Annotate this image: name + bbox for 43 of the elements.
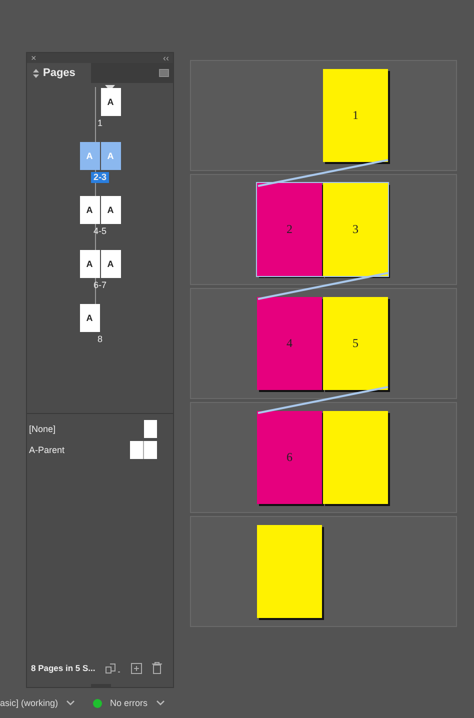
parent-spread-thumbnail[interactable] bbox=[130, 441, 157, 459]
preflight-status[interactable]: No errors bbox=[110, 698, 148, 708]
page-number: 3 bbox=[352, 222, 358, 237]
chevron-down-icon[interactable] bbox=[156, 700, 165, 706]
spread-thumbnail[interactable]: A 1 bbox=[80, 88, 120, 129]
page-number: 1 bbox=[352, 108, 358, 123]
parent-page-name[interactable]: A-Parent bbox=[29, 445, 65, 455]
spread-label: 6-7 bbox=[92, 280, 108, 291]
spread-label: 4-5 bbox=[92, 226, 108, 237]
spread-thumbnail[interactable]: A 8 bbox=[80, 304, 120, 345]
page-number: 5 bbox=[352, 336, 358, 351]
document-page[interactable]: 3 bbox=[323, 183, 388, 276]
collapse-button[interactable]: ‹‹ bbox=[163, 53, 169, 63]
close-button[interactable]: × bbox=[31, 53, 36, 63]
document-page[interactable]: 6 bbox=[257, 411, 322, 504]
spread-thumbnail[interactable]: A A 4-5 bbox=[80, 196, 120, 237]
spread-thumbnail[interactable]: A A 6-7 bbox=[80, 250, 120, 291]
page-count: 8 Pages in 5 S... bbox=[31, 663, 96, 673]
page-number: 6 bbox=[286, 450, 292, 465]
spread-label: 1 bbox=[96, 118, 104, 129]
document-page[interactable]: 4 bbox=[257, 297, 322, 390]
page-thumbnail[interactable]: A bbox=[80, 304, 100, 332]
profile-label[interactable]: asic] (working) bbox=[0, 698, 58, 708]
page-thumbnail[interactable]: A bbox=[100, 88, 120, 116]
page-number: 4 bbox=[286, 336, 292, 351]
document-page[interactable]: 2 bbox=[257, 183, 322, 276]
page-number: 2 bbox=[286, 222, 292, 237]
document-page[interactable]: 5 bbox=[323, 297, 388, 390]
spread-label: 2-3 bbox=[91, 172, 108, 183]
parent-page-thumbnail[interactable] bbox=[144, 420, 157, 438]
trash-icon[interactable] bbox=[152, 662, 162, 674]
new-page-icon[interactable] bbox=[131, 662, 142, 674]
page-thumbnail[interactable]: A bbox=[100, 250, 120, 278]
page-thumbnail[interactable]: A bbox=[100, 196, 120, 224]
page-thumbnail[interactable]: A bbox=[80, 250, 100, 278]
edit-page-size-icon[interactable] bbox=[105, 662, 122, 674]
document-page[interactable]: 1 bbox=[323, 69, 388, 162]
page-thumbnail[interactable]: A bbox=[80, 196, 100, 224]
chevron-down-icon[interactable] bbox=[66, 700, 76, 706]
pages-tab[interactable]: Pages bbox=[27, 63, 92, 83]
spread-label: 8 bbox=[96, 334, 104, 345]
parent-page-name[interactable]: [None] bbox=[29, 424, 56, 434]
up-down-icon bbox=[33, 68, 39, 78]
